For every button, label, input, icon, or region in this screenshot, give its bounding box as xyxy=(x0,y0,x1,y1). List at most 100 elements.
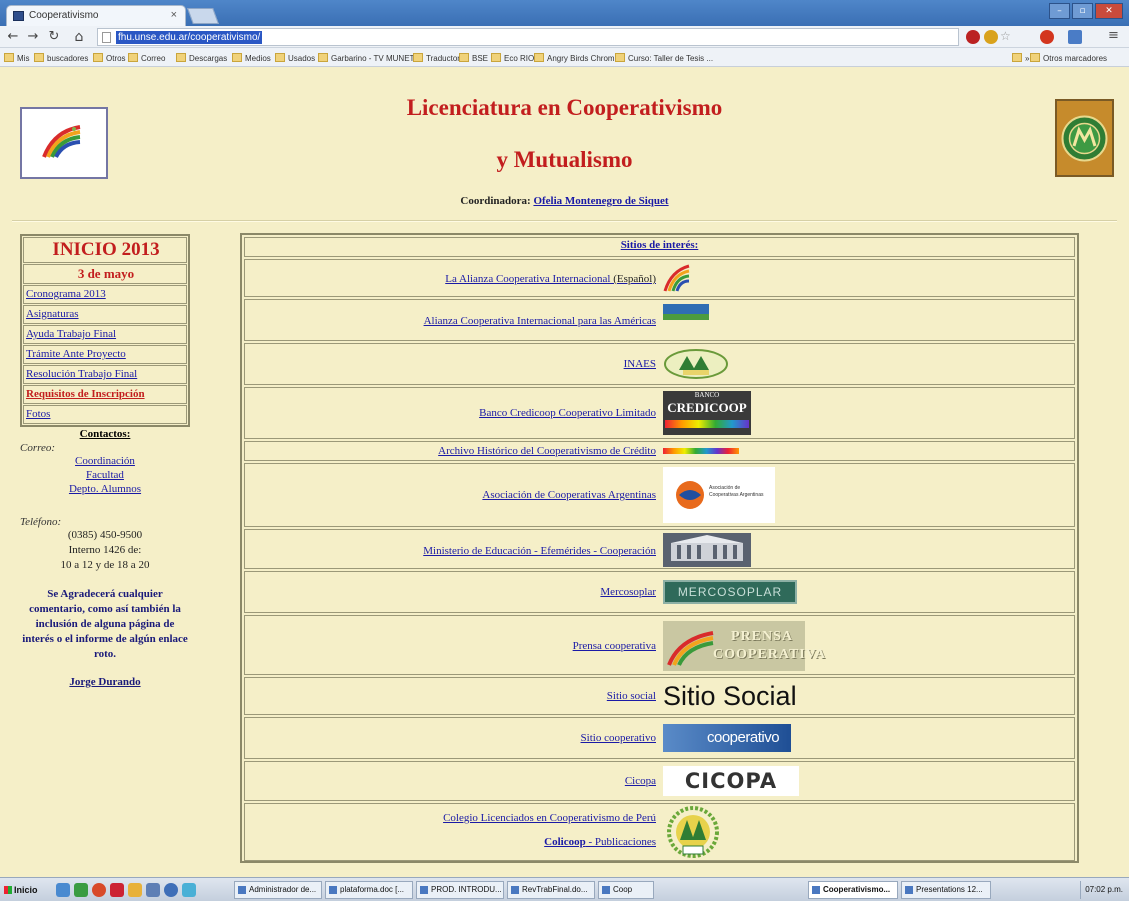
sitio-social-logo[interactable]: Sitio Social xyxy=(663,680,797,712)
mercosoplar-logo[interactable]: MERCOSOPLAR xyxy=(663,580,797,604)
bookmark-item[interactable]: Usados xyxy=(275,53,315,63)
sidebar-link[interactable]: Trámite Ante Proyecto xyxy=(26,348,126,360)
credicoop-logo[interactable]: BANCO CREDICOOP xyxy=(663,391,751,435)
cicopa-logo[interactable]: CICOPA xyxy=(663,766,799,796)
link-inaes[interactable]: INAES xyxy=(624,358,656,370)
colicoop-logo-icon[interactable] xyxy=(663,806,723,860)
bookmark-item[interactable]: Garbarino - TV MUNET... xyxy=(318,53,420,63)
sidebar-heading: INICIO 2013 xyxy=(23,237,187,263)
translate-icon[interactable] xyxy=(1068,30,1082,44)
tab-close-icon[interactable]: × xyxy=(171,9,177,21)
minimize-icon[interactable]: – xyxy=(1049,3,1070,19)
bookmark-item[interactable]: BSE xyxy=(459,53,488,63)
bookmark-item[interactable]: Eco RIO xyxy=(491,53,534,63)
signature-link[interactable]: Jorge Durando xyxy=(69,676,140,688)
link-prensa[interactable]: Prensa cooperativa xyxy=(573,640,656,652)
bookmark-item[interactable]: Mis xyxy=(4,53,29,63)
link-archivo[interactable]: Archivo Histórico del Cooperativismo de … xyxy=(438,445,656,457)
quicklaunch-folder-icon[interactable] xyxy=(74,883,88,897)
coordinator-link[interactable]: Ofelia Montenegro de Siquet xyxy=(533,195,668,207)
table-row: Sitio social Sitio Social xyxy=(244,677,1075,715)
bookmark-item[interactable]: buscadores xyxy=(34,53,88,63)
feedback-message: Se Agradecerá cualquier comentario, como… xyxy=(22,588,188,660)
link-ministerio[interactable]: Ministerio de Educación - Efemérides - C… xyxy=(423,545,656,557)
prensa-logo[interactable]: PRENSA COOPERATIVA xyxy=(663,621,825,671)
quicklaunch-ie-icon[interactable] xyxy=(56,883,70,897)
bookmark-item[interactable]: Curso: Taller de Tesis ... xyxy=(615,53,713,63)
opera-icon[interactable] xyxy=(1040,30,1054,44)
star-bookmark-icon[interactable]: ☆ xyxy=(1000,30,1014,44)
quicklaunch-app-icon[interactable] xyxy=(146,883,160,897)
link-colegio-peru[interactable]: Colegio Licenciados en Cooperativismo de… xyxy=(443,812,656,824)
bookmark-item[interactable]: Otros marcadores xyxy=(1030,53,1107,63)
back-arrow-icon[interactable]: ← xyxy=(4,28,22,46)
aca-logo[interactable]: Asociación de Cooperativas Argentinas xyxy=(663,467,775,523)
table-row: Asociación de Cooperativas Argentinas As… xyxy=(244,463,1075,527)
bookmark-overflow[interactable]: » xyxy=(1012,53,1029,63)
extension-icon[interactable] xyxy=(966,30,980,44)
link-cicopa[interactable]: Cicopa xyxy=(625,775,656,787)
home-icon[interactable]: ⌂ xyxy=(70,28,88,46)
link-credicoop[interactable]: Banco Credicoop Cooperativo Limitado xyxy=(479,407,656,419)
link-colicoop[interactable]: Colicoop - Publicaciones xyxy=(544,836,656,848)
bookmark-item[interactable]: Descargas xyxy=(176,53,227,63)
bookmarks-bar: Mis buscadores Otros Correo Descargas Me… xyxy=(0,48,1129,67)
taskbar-item[interactable]: Coop xyxy=(598,881,654,899)
sidebar-link[interactable]: Asignaturas xyxy=(26,308,79,320)
link-sitio-social[interactable]: Sitio social xyxy=(607,690,656,702)
link-aci[interactable]: La Alianza Cooperativa Internacional (Es… xyxy=(445,273,656,285)
sidebar-item-fotos: Fotos xyxy=(23,405,187,424)
forward-arrow-icon[interactable]: → xyxy=(24,28,42,46)
inaes-logo-icon[interactable] xyxy=(663,348,729,380)
bookmark-item[interactable]: Correo xyxy=(128,53,165,63)
bookmark-item[interactable]: Otros xyxy=(93,53,126,63)
taskbar-item[interactable]: PROD. INTRODU... xyxy=(416,881,504,899)
new-tab-button[interactable] xyxy=(187,8,219,24)
quicklaunch-app-icon[interactable] xyxy=(182,883,196,897)
menu-icon[interactable]: ≡ xyxy=(1108,29,1122,44)
browser-tab[interactable]: Cooperativismo × xyxy=(6,5,186,26)
bookmark-item[interactable]: Angry Birds Chrome xyxy=(534,53,619,63)
quicklaunch-app-icon[interactable] xyxy=(110,883,124,897)
archivo-logo-icon[interactable] xyxy=(663,448,739,454)
address-bar[interactable]: fhu.unse.edu.ar/cooperativismo/ xyxy=(97,28,959,46)
quicklaunch-app-icon[interactable] xyxy=(164,883,178,897)
colicoop-rest[interactable]: - Publicaciones xyxy=(586,836,656,848)
mail-link-coordinacion[interactable]: Coordinación xyxy=(20,454,190,468)
mail-link-facultad[interactable]: Facultad xyxy=(20,468,190,482)
sitio-cooperativo-logo[interactable]: cooperativo xyxy=(663,724,791,752)
sidebar-link[interactable]: Ayuda Trabajo Final xyxy=(26,328,116,340)
maximize-icon[interactable]: ▫ xyxy=(1072,3,1093,19)
taskbar-item[interactable]: RevTrabFinal.do... xyxy=(507,881,595,899)
ministerio-logo-icon[interactable] xyxy=(663,533,751,567)
quicklaunch-chrome-icon[interactable] xyxy=(92,883,106,897)
sidebar-link[interactable]: Requisitos de Inscripción xyxy=(26,388,145,400)
taskbar-item[interactable]: plataforma.doc [... xyxy=(325,881,413,899)
bookmark-item[interactable]: Traductor xyxy=(413,53,460,63)
link-mercosoplar[interactable]: Mercosoplar xyxy=(600,586,656,598)
taskbar-item-active[interactable]: Cooperativismo... xyxy=(808,881,898,899)
link-aci-americas[interactable]: Alianza Cooperativa Internacional para l… xyxy=(424,315,656,327)
start-button[interactable]: Inicio xyxy=(2,881,42,899)
clock[interactable]: 07:02 p.m. xyxy=(1085,885,1123,894)
taskbar-item[interactable]: Administrador de... xyxy=(234,881,322,899)
link-sitio-cooperativo[interactable]: Sitio cooperativo xyxy=(581,732,656,744)
logo-right[interactable] xyxy=(1055,99,1114,177)
link-aca[interactable]: Asociación de Cooperativas Argentinas xyxy=(482,489,656,501)
reload-icon[interactable]: ↻ xyxy=(45,28,63,46)
colicoop-bold[interactable]: Colicoop xyxy=(544,836,586,848)
taskbar-item[interactable]: Presentations 12... xyxy=(901,881,991,899)
aci-americas-logo-icon[interactable] xyxy=(663,304,709,320)
sidebar-link[interactable]: Resolución Trabajo Final xyxy=(26,368,137,380)
sidebar-link[interactable]: Fotos xyxy=(26,408,50,420)
table-row: Colegio Licenciados en Cooperativismo de… xyxy=(244,803,1075,861)
lightbulb-icon[interactable] xyxy=(984,30,998,44)
mail-link-alumnos[interactable]: Depto. Alumnos xyxy=(20,482,190,496)
sidebar-link[interactable]: Cronograma 2013 xyxy=(26,288,106,300)
aci-logo-icon[interactable] xyxy=(663,263,691,293)
close-window-icon[interactable]: ✕ xyxy=(1095,3,1123,19)
link-text[interactable]: La Alianza Cooperativa Internacional xyxy=(445,273,610,285)
address-url[interactable]: fhu.unse.edu.ar/cooperativismo/ xyxy=(116,31,263,44)
bookmark-item[interactable]: Medios xyxy=(232,53,271,63)
quicklaunch-app-icon[interactable] xyxy=(128,883,142,897)
